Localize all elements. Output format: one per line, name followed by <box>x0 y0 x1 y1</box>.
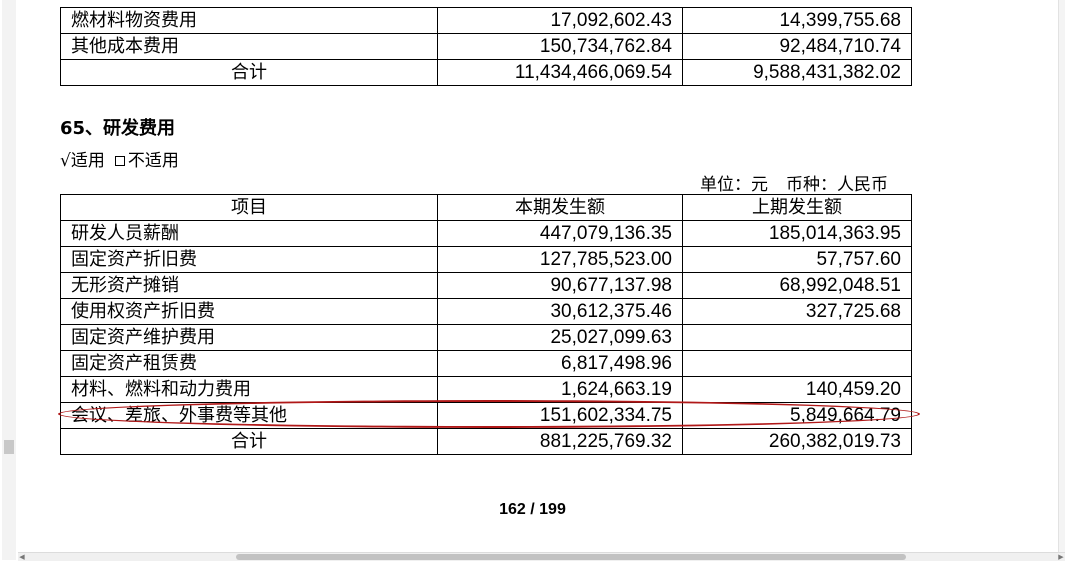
table-row: 固定资产租赁费 6,817,498.96 <box>60 350 912 377</box>
table-row: 燃材料物资费用 17,092,602.43 14,399,755.68 <box>60 7 912 34</box>
table-row: 材料、燃料和动力费用 1,624,663.19 140,459.20 <box>60 376 912 403</box>
current-amount: 90,677,137.98 <box>437 272 683 299</box>
header-previous: 上期发生额 <box>682 194 912 221</box>
row-label: 研发人员薪酬 <box>60 220 438 247</box>
previous-amount: 5,849,664.79 <box>682 402 912 429</box>
checkbox-icon <box>114 155 125 166</box>
left-scrollbar[interactable] <box>0 0 18 560</box>
left-scrollbar-thumb[interactable] <box>4 440 14 454</box>
row-label: 固定资产租赁费 <box>60 350 438 377</box>
horizontal-scrollbar-thumb[interactable] <box>236 554 906 560</box>
current-amount: 6,817,498.96 <box>437 350 683 377</box>
row-label: 固定资产折旧费 <box>60 246 438 273</box>
table-row-highlighted: 会议、差旅、外事费等其他 151,602,334.75 5,849,664.79 <box>60 402 912 429</box>
previous-amount: 57,757.60 <box>682 246 912 273</box>
total-previous: 260,382,019.73 <box>682 428 912 455</box>
currency-label: 币种：人民币 <box>786 175 888 195</box>
previous-amount <box>682 350 912 377</box>
header-item: 项目 <box>60 194 438 221</box>
table-row: 固定资产折旧费 127,785,523.00 57,757.60 <box>60 246 912 273</box>
row-label: 使用权资产折旧费 <box>60 298 438 325</box>
row-label: 固定资产维护费用 <box>60 324 438 351</box>
table-row: 使用权资产折旧费 30,612,375.46 327,725.68 <box>60 298 912 325</box>
total-label: 合计 <box>60 59 438 86</box>
total-row: 合计 881,225,769.32 260,382,019.73 <box>60 428 912 455</box>
section-title: 65、研发费用 <box>60 118 176 139</box>
current-amount: 1,624,663.19 <box>437 376 683 403</box>
total-row: 合计 11,434,466,069.54 9,588,431,382.02 <box>60 59 912 86</box>
total-previous: 9,588,431,382.02 <box>682 59 912 86</box>
row-label: 材料、燃料和动力费用 <box>60 376 438 403</box>
row-label: 燃材料物资费用 <box>60 7 438 34</box>
header-row: 项目 本期发生额 上期发生额 <box>60 194 912 221</box>
previous-amount: 92,484,710.74 <box>682 33 912 60</box>
current-amount: 17,092,602.43 <box>437 7 683 34</box>
unit-label: 单位：元 <box>700 175 768 195</box>
current-amount: 150,734,762.84 <box>437 33 683 60</box>
previous-amount: 14,399,755.68 <box>682 7 912 34</box>
previous-amount: 327,725.68 <box>682 298 912 325</box>
table-row: 无形资产摊销 90,677,137.98 68,992,048.51 <box>60 272 912 299</box>
current-amount: 127,785,523.00 <box>437 246 683 273</box>
cost-table: 燃材料物资费用 17,092,602.43 14,399,755.68 其他成本… <box>60 7 912 86</box>
applicability-line: √适用 不适用 <box>60 146 179 171</box>
unit-line: 单位：元 币种：人民币 <box>700 170 888 195</box>
rd-expense-table: 项目 本期发生额 上期发生额 研发人员薪酬 447,079,136.35 185… <box>60 194 912 455</box>
total-label: 合计 <box>60 428 438 455</box>
left-scrollbar-track[interactable] <box>2 0 16 560</box>
table-row: 固定资产维护费用 25,027,099.63 <box>60 324 912 351</box>
previous-amount <box>682 324 912 351</box>
row-label: 其他成本费用 <box>60 33 438 60</box>
right-edge <box>1058 0 1065 552</box>
previous-amount: 140,459.20 <box>682 376 912 403</box>
current-amount: 151,602,334.75 <box>437 402 683 429</box>
not-applicable-label: 不适用 <box>127 151 179 171</box>
row-label: 无形资产摊销 <box>60 272 438 299</box>
previous-amount: 185,014,363.95 <box>682 220 912 247</box>
total-current: 881,225,769.32 <box>437 428 683 455</box>
current-amount: 447,079,136.35 <box>437 220 683 247</box>
current-amount: 30,612,375.46 <box>437 298 683 325</box>
current-amount: 25,027,099.63 <box>437 324 683 351</box>
table-row: 研发人员薪酬 447,079,136.35 185,014,363.95 <box>60 220 912 247</box>
applicable-label: √适用 <box>60 151 105 171</box>
row-label: 会议、差旅、外事费等其他 <box>60 402 438 429</box>
page-number: 162 / 199 <box>499 501 566 518</box>
total-current: 11,434,466,069.54 <box>437 59 683 86</box>
table-row: 其他成本费用 150,734,762.84 92,484,710.74 <box>60 33 912 60</box>
header-current: 本期发生额 <box>437 194 683 221</box>
previous-amount: 68,992,048.51 <box>682 272 912 299</box>
